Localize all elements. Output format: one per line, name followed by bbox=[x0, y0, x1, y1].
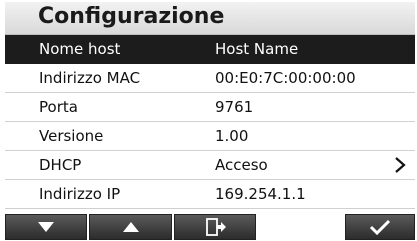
row-value: Acceso bbox=[215, 156, 268, 174]
row-value: Host Name bbox=[215, 40, 299, 58]
confirm-button[interactable] bbox=[345, 214, 415, 240]
settings-list: Nome host Host Name Indirizzo MAC 00:E0:… bbox=[5, 35, 415, 209]
row-hostname[interactable]: Nome host Host Name bbox=[5, 35, 415, 64]
row-label: DHCP bbox=[39, 156, 82, 174]
title-bar: Configurazione bbox=[5, 2, 415, 35]
row-port[interactable]: Porta 9761 bbox=[5, 93, 415, 122]
row-label: Indirizzo IP bbox=[39, 185, 121, 203]
row-version[interactable]: Versione 1.00 bbox=[5, 122, 415, 151]
move-down-button[interactable] bbox=[5, 214, 87, 240]
checkmark-icon bbox=[369, 219, 391, 235]
row-mac-address[interactable]: Indirizzo MAC 00:E0:7C:00:00:00 bbox=[5, 64, 415, 93]
row-value: 00:E0:7C:00:00:00 bbox=[215, 69, 356, 87]
exit-icon bbox=[206, 218, 226, 236]
row-dhcp[interactable]: DHCP Acceso bbox=[5, 151, 415, 180]
arrow-down-icon bbox=[38, 222, 54, 232]
move-up-button[interactable] bbox=[89, 214, 172, 240]
row-ip-address[interactable]: Indirizzo IP 169.254.1.1 bbox=[5, 180, 415, 209]
page-title: Configurazione bbox=[38, 4, 225, 29]
row-label: Indirizzo MAC bbox=[39, 69, 141, 87]
row-label: Nome host bbox=[39, 40, 121, 58]
row-label: Versione bbox=[39, 127, 104, 145]
chevron-right-icon bbox=[395, 157, 406, 173]
arrow-up-icon bbox=[122, 222, 139, 232]
row-value: 169.254.1.1 bbox=[215, 185, 306, 203]
configuration-screen: Configurazione Nome host Host Name Indir… bbox=[5, 2, 415, 240]
row-value: 1.00 bbox=[215, 127, 249, 145]
bottom-toolbar bbox=[5, 214, 415, 240]
row-value: 9761 bbox=[215, 98, 254, 116]
row-label: Porta bbox=[39, 98, 78, 116]
exit-button[interactable] bbox=[174, 214, 256, 240]
